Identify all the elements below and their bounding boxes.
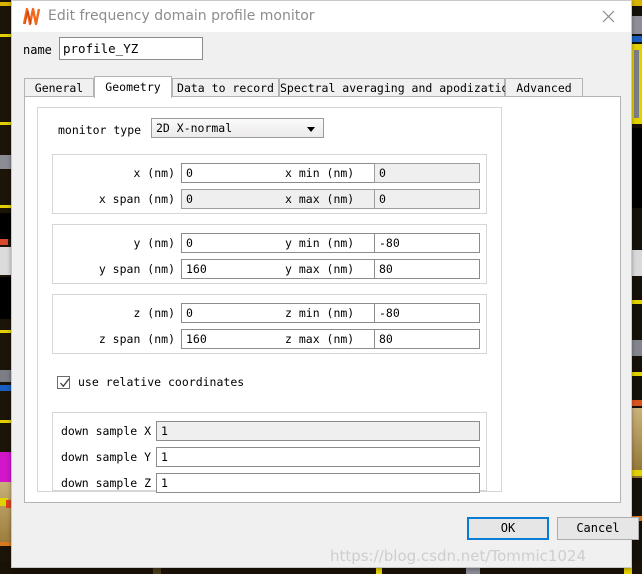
dialog-button-bar: OK Cancel (12, 505, 639, 567)
field-row: y span (nm) 160 y max (nm) 80 (53, 259, 486, 281)
x-min-nm-input: 0 (374, 163, 480, 183)
geometry-content: monitor type 2D X-normal x (nm) 0 x min (n… (37, 107, 502, 493)
bg-accent (0, 370, 11, 382)
tab-geometry[interactable]: Geometry (94, 76, 172, 98)
use-relative-coordinates-checkbox[interactable] (57, 376, 70, 389)
x-max-nm-label: x max (nm) (285, 192, 355, 206)
name-input[interactable] (59, 37, 203, 60)
bg-accent (0, 542, 11, 546)
down-sample-group: down sample X 1 down sample Y 1 down sample … (52, 412, 487, 493)
x-min-nm-label: x min (nm) (285, 166, 355, 180)
use-relative-coordinates-label: use relative coordinates (78, 375, 245, 389)
tab-panel-geometry: monitor type 2D X-normal x (nm) 0 x min (n… (24, 96, 621, 503)
y-min-nm-input[interactable]: -80 (374, 233, 480, 253)
bg-accent (632, 400, 642, 406)
name-label: name (23, 43, 52, 57)
bg-accent (0, 452, 11, 482)
bg-accent (0, 34, 11, 37)
bg-accent (632, 470, 642, 476)
z-geometry-group: z (nm) 0 z min (nm) -80 z span (nm) 160 z max … (52, 294, 487, 354)
tab-general[interactable]: General (24, 78, 94, 97)
tab-bar: General Geometry Data to record Spectral av… (24, 76, 621, 98)
bg-accent (0, 205, 11, 208)
field-row: x (nm) 0 x min (nm) 0 (53, 163, 486, 185)
cancel-button[interactable]: Cancel (557, 517, 639, 540)
bg-accent (632, 36, 642, 42)
z-max-nm-label: z max (nm) (285, 332, 355, 346)
down-sample-y-input[interactable]: 1 (156, 447, 480, 467)
monitor-type-value: 2D X-normal (156, 121, 233, 135)
bg-accent (0, 385, 11, 391)
monitor-type-row: monitor type 2D X-normal (38, 118, 501, 142)
bg-accent (0, 420, 11, 423)
bg-accent (0, 330, 11, 333)
y-max-nm-label: y max (nm) (285, 262, 355, 276)
bg-accent (0, 2, 11, 6)
bg-accent (634, 50, 639, 118)
down-sample-z-label: down sample Z (61, 476, 152, 490)
y-max-nm-input[interactable]: 80 (374, 259, 480, 279)
dialog-title: Edit frequency domain profile monitor (48, 8, 315, 24)
bg-accent (632, 0, 642, 6)
bg-accent (0, 213, 11, 239)
dialog-titlebar: Edit frequency domain profile monitor (12, 1, 631, 33)
bg-accent (632, 408, 642, 478)
y-min-nm-label: y min (nm) (285, 236, 355, 250)
bg-accent (0, 239, 8, 245)
monitor-type-dropdown[interactable]: 2D X-normal (151, 118, 324, 138)
tab-advanced[interactable]: Advanced (505, 78, 583, 97)
field-row: y (nm) 0 y min (nm) -80 (53, 233, 486, 255)
y-nm-label: y (nm) (133, 236, 175, 250)
down-sample-z-input[interactable]: 1 (156, 473, 480, 493)
z-min-nm-label: z min (nm) (285, 306, 355, 320)
y-span-nm-label: y span (nm) (98, 262, 175, 276)
field-row: x span (nm) 0 x max (nm) 0 (53, 189, 486, 211)
bg-accent (0, 155, 11, 169)
lumerical-logo-icon (22, 7, 41, 26)
bg-accent (0, 122, 11, 125)
tab-spectral-averaging-and-apodization[interactable]: Spectral averaging and apodization (279, 78, 515, 97)
field-row: z (nm) 0 z min (nm) -80 (53, 303, 486, 325)
bg-accent (632, 300, 642, 304)
down-sample-x-label: down sample X (61, 424, 152, 438)
x-max-nm-input: 0 (374, 189, 480, 209)
bg-accent (632, 250, 642, 276)
down-sample-x-input: 1 (156, 421, 480, 441)
ok-button[interactable]: OK (467, 517, 549, 540)
x-geometry-group: x (nm) 0 x min (nm) 0 x span (nm) 0 x max (nm)… (52, 154, 487, 214)
down-sample-y-label: down sample Y (61, 450, 152, 464)
tab-data-to-record[interactable]: Data to record (172, 78, 279, 97)
bg-accent (632, 372, 642, 376)
edit-monitor-dialog: Edit frequency domain profile monitor na… (11, 0, 639, 568)
close-icon[interactable] (593, 6, 623, 28)
z-min-nm-input[interactable]: -80 (374, 303, 480, 323)
bg-accent (0, 277, 11, 319)
z-span-nm-label: z span (nm) (98, 332, 175, 346)
x-span-nm-label: x span (nm) (98, 192, 175, 206)
x-nm-label: x (nm) (133, 166, 175, 180)
chevron-down-icon (307, 127, 315, 132)
name-row: name (12, 32, 631, 70)
bg-accent (632, 128, 642, 208)
bg-accent (632, 340, 642, 356)
monitor-type-label: monitor type (58, 123, 142, 137)
z-nm-label: z (nm) (133, 306, 175, 320)
y-geometry-group: y (nm) 0 y min (nm) -80 y span (nm) 160 y max … (52, 224, 487, 284)
bg-accent (0, 247, 11, 275)
z-max-nm-input[interactable]: 80 (374, 329, 480, 349)
bg-accent (632, 16, 642, 34)
bg-accent (0, 482, 11, 542)
checkmark-icon (60, 378, 70, 388)
field-row: z span (nm) 160 z max (nm) 80 (53, 329, 486, 351)
